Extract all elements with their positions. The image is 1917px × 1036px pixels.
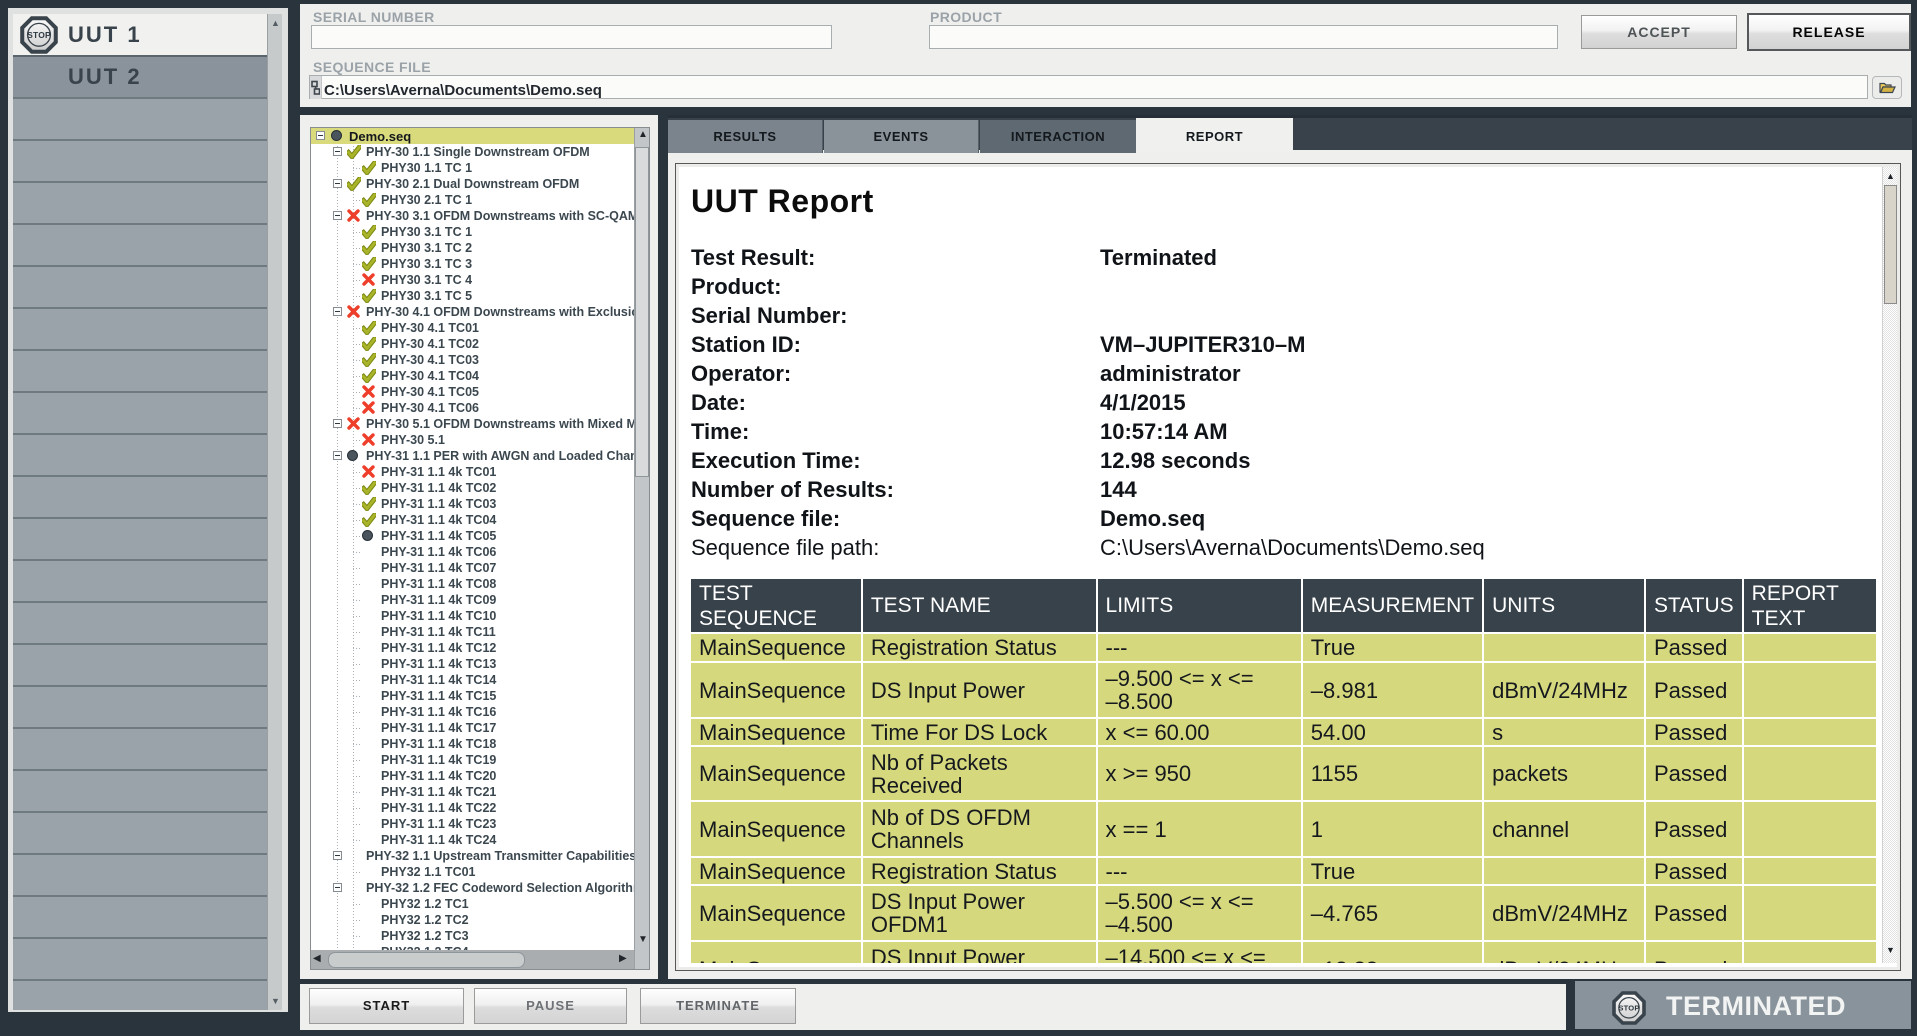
svg-text:STOP: STOP	[27, 30, 51, 40]
svg-text:STOP: STOP	[1618, 1004, 1639, 1013]
